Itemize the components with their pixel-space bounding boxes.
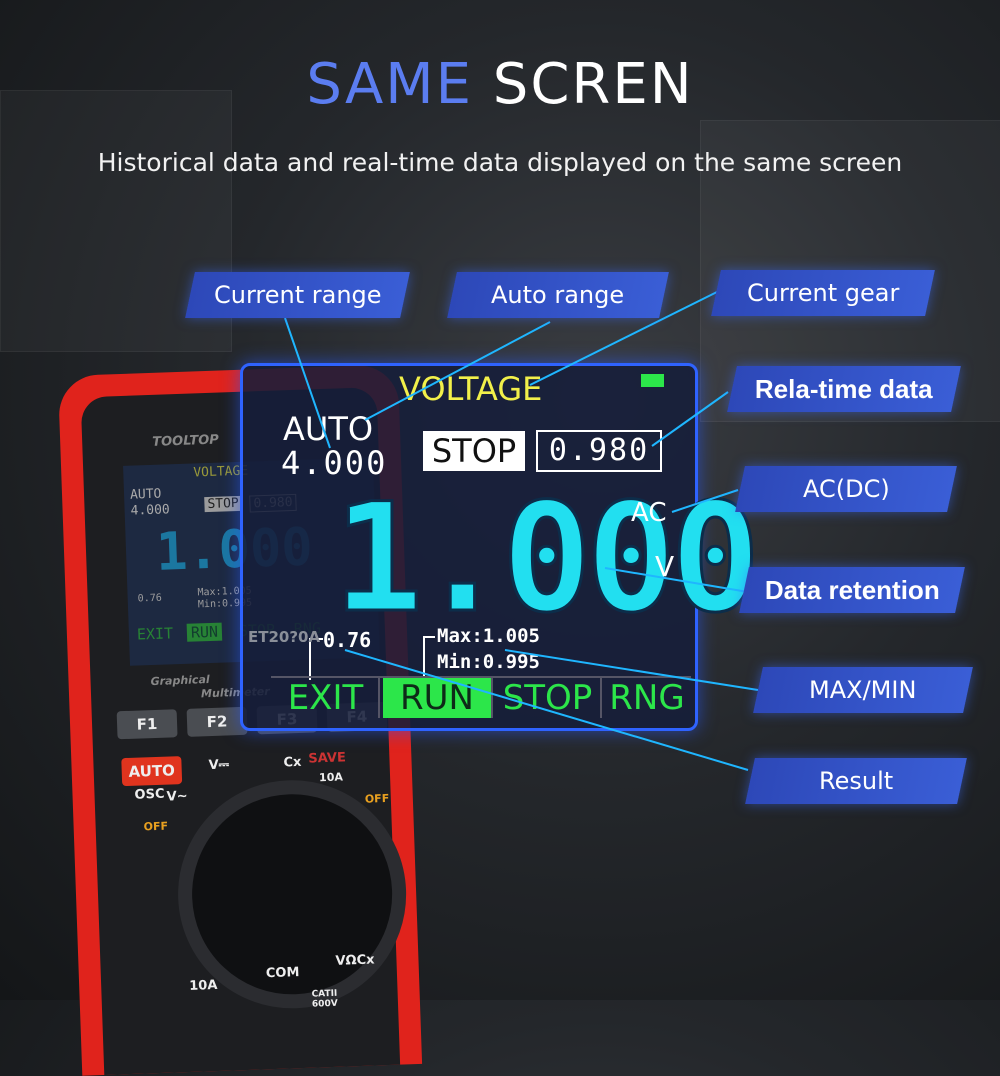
callout-ac-dc: AC(DC) (735, 466, 957, 512)
model-label: ET20?0A (248, 628, 321, 646)
line-auto-range (364, 321, 551, 421)
callout-auto-range: Auto range (447, 272, 669, 318)
line-current-range (284, 317, 331, 449)
line-result (344, 649, 749, 771)
callout-realtime-data: Rela-time data (727, 366, 961, 412)
callout-result: Result (745, 758, 967, 804)
line-data-retention (604, 567, 749, 593)
line-realtime (651, 391, 729, 447)
line-maxmin (504, 649, 759, 691)
callout-data-retention: Data retention (739, 567, 965, 613)
callout-current-range: Current range (185, 272, 410, 318)
callout-max-min: MAX/MIN (753, 667, 973, 713)
callout-current-gear: Current gear (711, 270, 935, 316)
line-acdc (671, 489, 739, 513)
